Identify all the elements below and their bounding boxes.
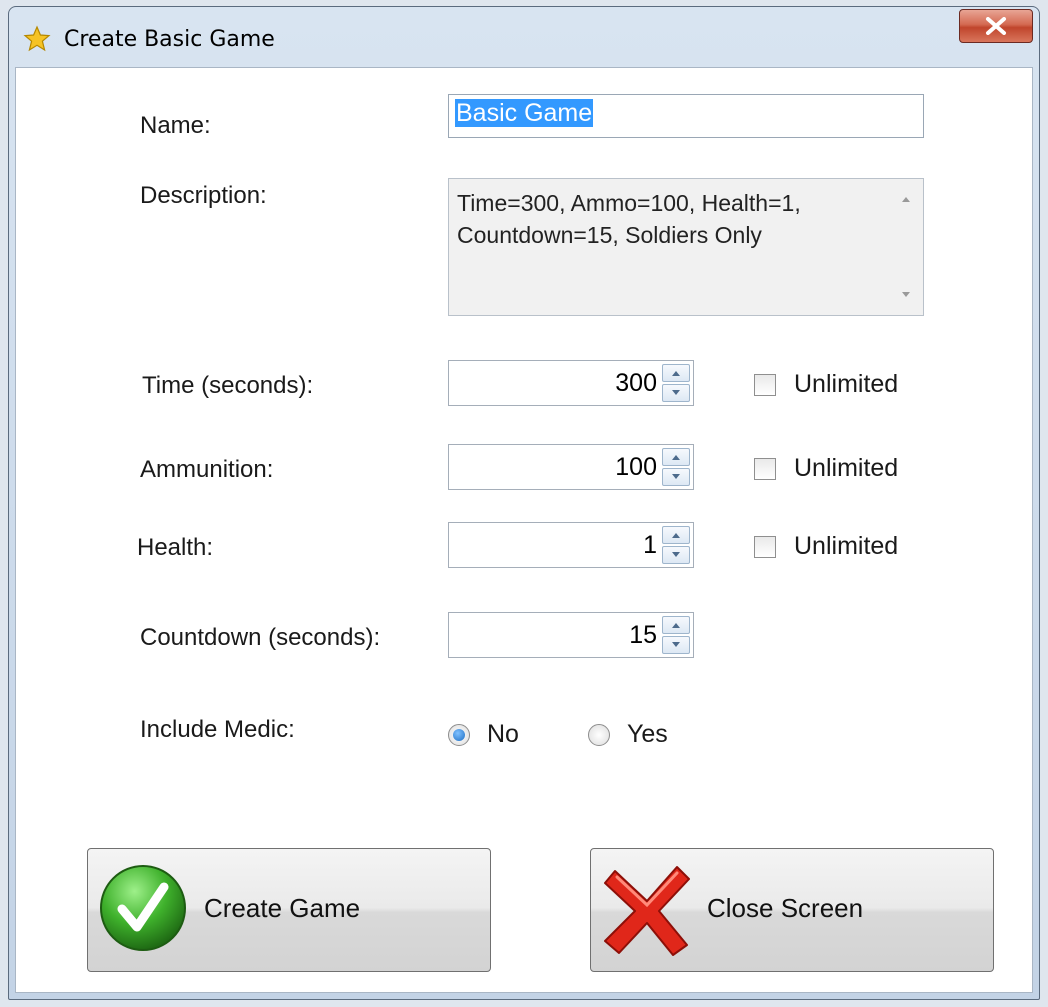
time-value: 300	[615, 369, 657, 397]
scroll-up-arrow-icon[interactable]	[889, 189, 923, 209]
arrow-up-icon	[672, 623, 680, 628]
arrow-down-icon	[672, 390, 680, 395]
title-bar[interactable]: Create Basic Game	[9, 7, 1039, 65]
ammunition-value: 100	[615, 453, 657, 481]
scroll-down-arrow-icon[interactable]	[889, 285, 923, 305]
time-spinner[interactable]: 300	[448, 360, 694, 406]
health-decrement-button[interactable]	[662, 546, 690, 564]
medic-yes-label: Yes	[627, 720, 668, 748]
ammunition-unlimited-checkbox[interactable]	[754, 458, 776, 480]
description-scrollbar[interactable]	[889, 179, 923, 315]
star-icon	[23, 25, 51, 52]
arrow-up-icon	[672, 533, 680, 538]
name-input[interactable]: Basic Game	[448, 94, 924, 138]
time-unlimited-checkbox[interactable]	[754, 374, 776, 396]
time-decrement-button[interactable]	[662, 384, 690, 402]
description-text: Time=300, Ammo=100, Health=1, Countdown=…	[457, 190, 801, 248]
medic-no-label: No	[487, 720, 519, 748]
ammunition-label: Ammunition:	[140, 456, 274, 483]
countdown-spinner[interactable]: 15	[448, 612, 694, 658]
countdown-decrement-button[interactable]	[662, 636, 690, 654]
close-screen-button[interactable]: Close Screen	[590, 848, 994, 972]
create-game-label: Create Game	[204, 893, 361, 923]
ammunition-unlimited-label: Unlimited	[794, 454, 899, 482]
create-game-button[interactable]: Create Game	[87, 848, 491, 972]
arrow-down-icon	[672, 552, 680, 557]
dialog-body: Name: Basic Game Description: Time=300, …	[15, 67, 1033, 993]
red-x-icon	[604, 866, 690, 956]
ammunition-decrement-button[interactable]	[662, 468, 690, 486]
health-increment-button[interactable]	[662, 526, 690, 544]
description-textarea[interactable]: Time=300, Ammo=100, Health=1, Countdown=…	[448, 178, 924, 316]
ammunition-increment-button[interactable]	[662, 448, 690, 466]
countdown-value: 15	[629, 621, 657, 649]
name-input-value: Basic Game	[455, 99, 594, 127]
create-basic-game-window: Create Basic Game Name: Basic Game Descr…	[8, 6, 1040, 1000]
arrow-down-icon	[672, 642, 680, 647]
close-screen-label: Close Screen	[707, 893, 864, 923]
arrow-up-icon	[672, 371, 680, 376]
arrow-up-icon	[672, 455, 680, 460]
medic-no-radio[interactable]	[448, 724, 470, 746]
description-label: Description:	[140, 182, 267, 209]
arrow-down-icon	[672, 474, 680, 479]
health-unlimited-label: Unlimited	[794, 532, 899, 560]
health-unlimited-checkbox[interactable]	[754, 536, 776, 558]
ammunition-spinner[interactable]: 100	[448, 444, 694, 490]
close-icon	[986, 17, 1006, 35]
health-value: 1	[643, 531, 657, 559]
countdown-label: Countdown (seconds):	[140, 624, 381, 651]
window-close-button[interactable]	[959, 9, 1033, 43]
health-spinner[interactable]: 1	[448, 522, 694, 568]
time-label: Time (seconds):	[142, 372, 314, 399]
health-label: Health:	[137, 534, 214, 561]
time-increment-button[interactable]	[662, 364, 690, 382]
countdown-increment-button[interactable]	[662, 616, 690, 634]
time-unlimited-label: Unlimited	[794, 370, 899, 398]
name-label: Name:	[140, 112, 211, 139]
medic-yes-radio[interactable]	[588, 724, 610, 746]
window-title: Create Basic Game	[64, 27, 275, 52]
radio-selected-dot	[453, 729, 465, 741]
include-medic-label: Include Medic:	[140, 716, 295, 743]
checkmark-icon	[100, 865, 186, 951]
